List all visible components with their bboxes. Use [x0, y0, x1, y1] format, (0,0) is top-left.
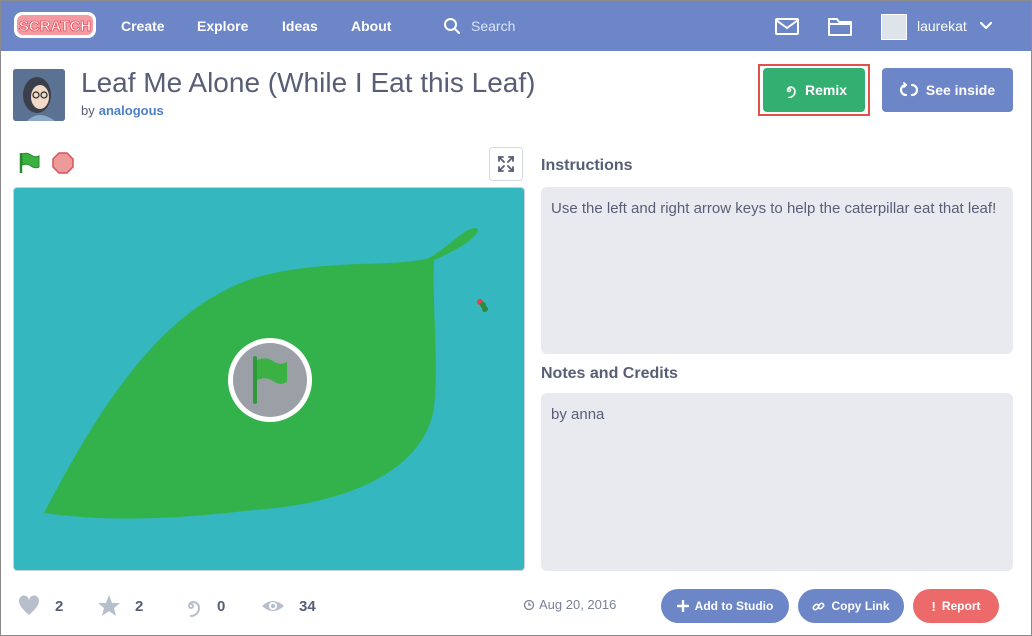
project-stage[interactable]	[13, 187, 525, 571]
eye-icon	[262, 601, 284, 611]
add-to-studio-button[interactable]: Add to Studio	[661, 589, 789, 623]
username-label[interactable]: laurekat	[917, 1, 967, 51]
copy-link-button[interactable]: Copy Link	[798, 589, 904, 623]
remix-button[interactable]: Remix	[763, 68, 865, 112]
star-icon	[98, 595, 120, 616]
search-input[interactable]	[471, 18, 711, 34]
chevron-down-icon[interactable]	[979, 19, 993, 33]
share-date-text: Aug 20, 2016	[539, 597, 617, 612]
nav-ideas-link[interactable]: Ideas	[282, 1, 318, 51]
report-label: Report	[941, 599, 981, 613]
my-stuff-folder-icon[interactable]	[827, 13, 853, 39]
nav-about-link[interactable]: About	[351, 1, 391, 51]
big-green-flag-overlay	[228, 338, 312, 422]
clock-icon	[523, 599, 535, 610]
love-stat[interactable]: 2	[17, 593, 63, 619]
stage-scene	[44, 228, 488, 519]
project-title: Leaf Me Alone (While I Eat this Leaf)	[81, 67, 536, 98]
instructions-heading: Instructions	[541, 157, 633, 174]
notes-text: by anna	[551, 406, 605, 423]
search-bar[interactable]	[443, 13, 743, 39]
copy-link-label: Copy Link	[831, 599, 890, 613]
messages-icon[interactable]	[774, 13, 800, 39]
link-icon	[812, 601, 825, 611]
notes-box[interactable]: by anna	[541, 393, 1013, 571]
views-stat: 34	[261, 593, 316, 619]
top-nav-bar: SCRATCH Create Explore Ideas About laure…	[1, 1, 1031, 51]
add-to-studio-label: Add to Studio	[694, 599, 774, 613]
see-inside-label: See inside	[925, 82, 996, 98]
remix-stat: 0	[179, 593, 225, 619]
favorite-stat[interactable]: 2	[97, 593, 143, 619]
see-inside-button[interactable]: See inside	[882, 68, 1013, 112]
remix-spiral-icon	[786, 86, 796, 98]
share-date: Aug 20, 2016	[523, 597, 616, 612]
caterpillar-sprite	[477, 299, 488, 312]
scratch-logo[interactable]: SCRATCH	[13, 10, 97, 40]
scratch-project-page: SCRATCH Create Explore Ideas About laure…	[0, 0, 1032, 636]
report-button[interactable]: ! Report	[913, 589, 999, 623]
user-avatar[interactable]	[881, 14, 907, 40]
instructions-box[interactable]: Use the left and right arrow keys to hel…	[541, 187, 1013, 354]
heart-icon	[18, 595, 40, 615]
author-avatar[interactable]	[13, 69, 65, 121]
plus-icon	[676, 600, 689, 612]
author-link[interactable]: analogous	[99, 103, 164, 118]
stop-icon[interactable]	[51, 151, 75, 175]
remix-count: 0	[217, 597, 226, 615]
see-inside-icon	[899, 82, 918, 97]
remix-label: Remix	[804, 82, 848, 98]
search-icon	[444, 18, 460, 34]
nav-create-link[interactable]: Create	[121, 1, 165, 51]
svg-text:SCRATCH: SCRATCH	[19, 18, 91, 35]
notes-heading: Notes and Credits	[541, 365, 678, 382]
green-flag-icon[interactable]	[17, 151, 41, 175]
remix-spiral-icon	[187, 600, 201, 617]
nav-explore-link[interactable]: Explore	[197, 1, 248, 51]
by-label: by	[81, 103, 95, 118]
views-count: 34	[299, 597, 316, 615]
favorite-count: 2	[135, 597, 144, 615]
love-count: 2	[55, 597, 64, 615]
author-avatar-image	[13, 69, 65, 121]
exclamation-icon: !	[931, 598, 936, 614]
fullscreen-button[interactable]	[489, 147, 523, 181]
instructions-text: Use the left and right arrow keys to hel…	[551, 200, 997, 217]
byline: by analogous	[81, 103, 164, 118]
fullscreen-icon	[498, 156, 514, 172]
